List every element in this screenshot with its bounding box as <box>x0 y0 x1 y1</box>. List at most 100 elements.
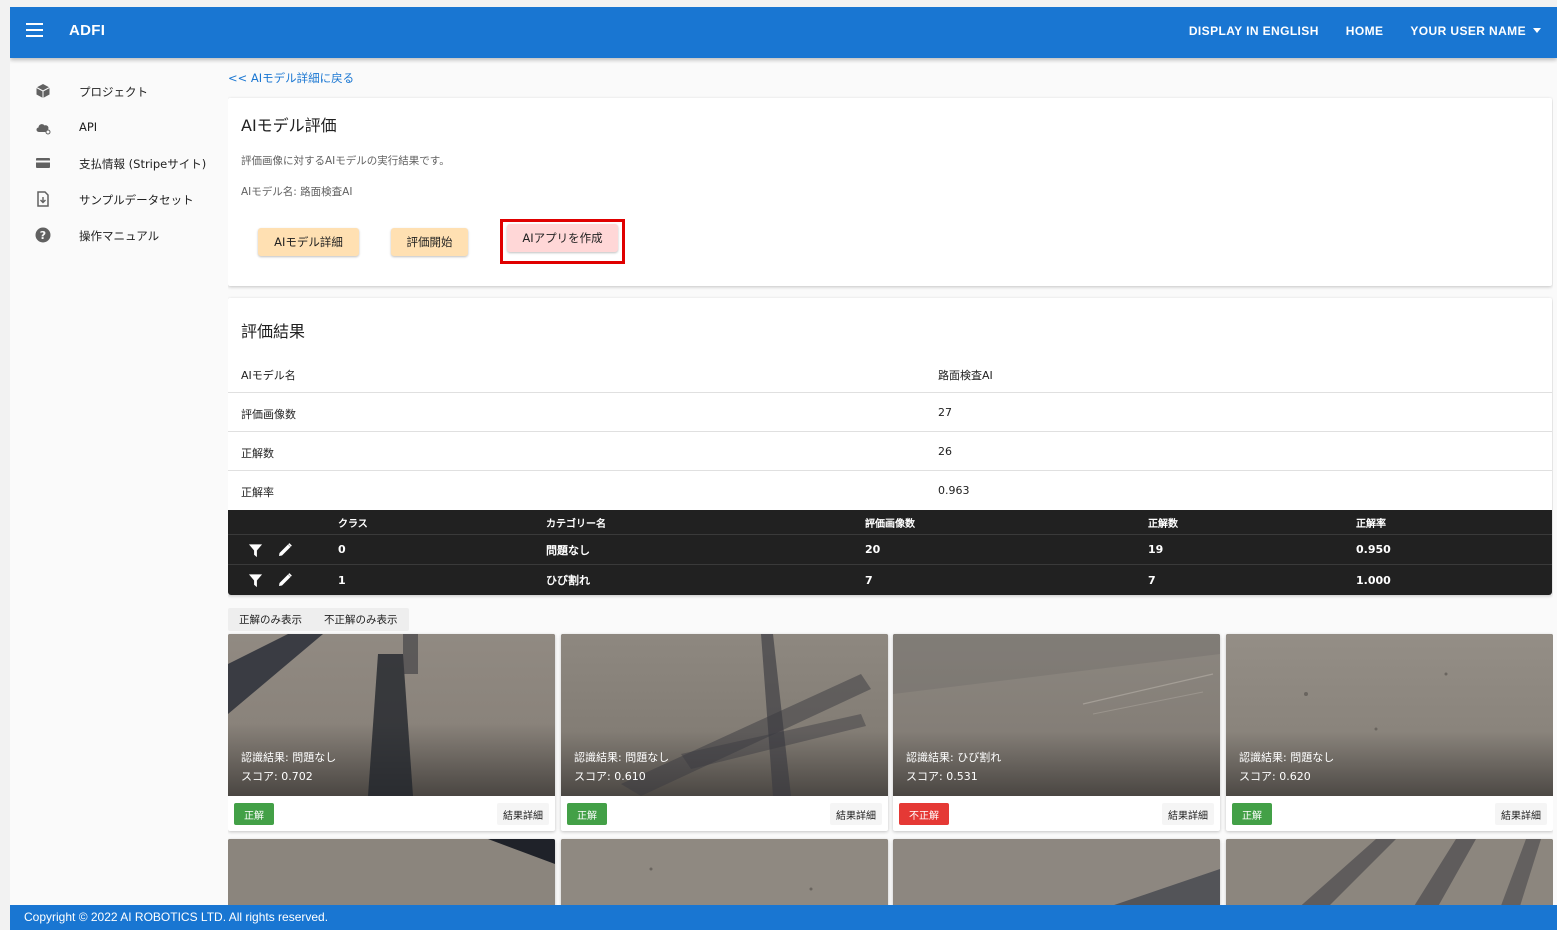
recognition-result: 認識結果: 問題なし <box>574 751 670 764</box>
cell-image-count: 20 <box>865 543 881 556</box>
recognition-info: 認識結果: 問題なし スコア: 0.702 <box>241 748 336 786</box>
result-filter-toggle: 正解のみ表示 不正解のみ表示 <box>228 608 409 631</box>
sidebar-item-project[interactable]: プロジェクト <box>10 76 220 106</box>
result-row-image-count: 評価画像数 27 <box>228 393 1552 432</box>
cell-category: 問題なし <box>546 543 590 557</box>
recognition-score: スコア: 0.702 <box>241 770 313 783</box>
sidebar-item-payment[interactable]: 支払情報 (Stripeサイト) <box>10 148 220 178</box>
recognition-info: 認識結果: ひび割れ スコア: 0.531 <box>906 748 1001 786</box>
cell-class: 1 <box>338 573 346 587</box>
show-incorrect-only-button[interactable]: 不正解のみ表示 <box>313 612 409 627</box>
result-detail-button[interactable]: 結果詳細 <box>497 803 549 825</box>
model-name-line: AIモデル名: 路面検査AI <box>241 186 353 198</box>
result-value: 27 <box>938 406 952 419</box>
pencil-icon[interactable] <box>277 572 293 588</box>
road-surface-image[interactable] <box>893 839 1220 905</box>
credit-card-icon <box>36 158 50 168</box>
recognition-result: 認識結果: ひび割れ <box>906 751 1002 764</box>
cell-category: ひび割れ <box>546 574 590 587</box>
road-surface-image[interactable] <box>1226 839 1553 905</box>
sidebar-item-label: 操作マニュアル <box>79 229 160 243</box>
copyright-text: Copyright © 2022 AI ROBOTICS LTD. All ri… <box>24 910 329 924</box>
recognition-info: 認識結果: 問題なし スコア: 0.620 <box>1239 748 1334 786</box>
page-title: AIモデル評価 <box>241 116 337 135</box>
cube-icon <box>36 84 50 98</box>
sidebar-item-label: 支払情報 (Stripeサイト) <box>79 157 207 171</box>
sidebar: プロジェクト API 支払情報 (Stripeサイト) サンプルデータセット ?… <box>10 58 220 905</box>
model-detail-button[interactable]: AIモデル詳細 <box>258 228 359 256</box>
result-tile <box>561 839 888 905</box>
result-detail-button[interactable]: 結果詳細 <box>830 803 882 825</box>
header-category: カテゴリー名 <box>546 518 606 530</box>
main-content: << AIモデル詳細に戻る AIモデル評価 評価画像に対するAIモデルの実行結果… <box>228 58 1553 905</box>
correct-badge: 正解 <box>567 803 607 825</box>
recognition-result: 認識結果: 問題なし <box>241 751 337 764</box>
cell-class: 0 <box>338 543 346 556</box>
cell-image-count: 7 <box>865 573 873 587</box>
result-row-correct-count: 正解数 26 <box>228 432 1552 471</box>
result-tile: 認識結果: ひび割れ スコア: 0.531 不正解 結果詳細 <box>893 634 1220 831</box>
app-window: ADFI DISPLAY IN ENGLISH HOME YOUR USER N… <box>10 7 1557 930</box>
pencil-icon[interactable] <box>277 542 293 558</box>
svg-text:?: ? <box>40 229 46 242</box>
footer: Copyright © 2022 AI ROBOTICS LTD. All ri… <box>10 905 1557 930</box>
result-label: 評価画像数 <box>241 408 296 421</box>
result-tile: 認識結果: 問題なし スコア: 0.702 正解 結果詳細 <box>228 634 555 831</box>
caret-down-icon <box>1533 28 1541 33</box>
cell-accuracy: 0.950 <box>1356 543 1391 556</box>
sidebar-item-sample-dataset[interactable]: サンプルデータセット <box>10 184 220 214</box>
header-correct-count: 正解数 <box>1148 518 1178 530</box>
recognition-score: スコア: 0.610 <box>574 770 646 783</box>
back-to-model-detail-link[interactable]: << AIモデル詳細に戻る <box>228 70 354 86</box>
sidebar-item-api[interactable]: API <box>10 112 220 142</box>
correct-badge: 正解 <box>234 803 274 825</box>
show-correct-only-button[interactable]: 正解のみ表示 <box>228 612 313 627</box>
result-tile: 認識結果: 問題なし スコア: 0.620 正解 結果詳細 <box>1226 634 1553 831</box>
top-app-bar: ADFI DISPLAY IN ENGLISH HOME YOUR USER N… <box>10 7 1557 58</box>
sidebar-item-manual[interactable]: ? 操作マニュアル <box>10 220 220 250</box>
create-ai-app-button[interactable]: AIアプリを作成 <box>507 224 618 252</box>
incorrect-badge: 不正解 <box>899 803 949 825</box>
recognition-result: 認識結果: 問題なし <box>1239 751 1335 764</box>
page-description: 評価画像に対するAIモデルの実行結果です。 <box>241 155 450 167</box>
recognition-score: スコア: 0.620 <box>1239 770 1311 783</box>
user-menu[interactable]: YOUR USER NAME <box>1410 24 1541 38</box>
cell-correct-count: 19 <box>1148 543 1164 556</box>
sidebar-item-label: サンプルデータセット <box>79 193 194 207</box>
result-label: AIモデル名 <box>241 369 296 382</box>
result-detail-button[interactable]: 結果詳細 <box>1495 803 1547 825</box>
table-row: 0 問題なし 20 19 0.950 <box>228 535 1552 565</box>
result-tile: 認識結果: 問題なし スコア: 0.610 正解 結果詳細 <box>561 634 888 831</box>
filter-icon[interactable] <box>248 543 263 558</box>
result-value: 0.963 <box>938 484 970 497</box>
app-brand[interactable]: ADFI <box>69 22 105 39</box>
result-detail-button[interactable]: 結果詳細 <box>1162 803 1214 825</box>
screen-frame: ADFI DISPLAY IN ENGLISH HOME YOUR USER N… <box>0 0 1557 930</box>
filter-icon[interactable] <box>248 573 263 588</box>
help-icon: ? <box>35 227 51 243</box>
result-value: 26 <box>938 445 952 458</box>
correct-badge: 正解 <box>1232 803 1272 825</box>
road-surface-image[interactable] <box>561 839 888 905</box>
recognition-info: 認識結果: 問題なし スコア: 0.610 <box>574 748 669 786</box>
result-tile <box>1226 839 1553 905</box>
table-header: クラス カテゴリー名 評価画像数 正解数 正解率 <box>228 510 1552 535</box>
result-row-accuracy: 正解率 0.963 <box>228 471 1552 510</box>
recognition-score: スコア: 0.531 <box>906 770 978 783</box>
result-label: 正解数 <box>241 447 274 460</box>
user-name: YOUR USER NAME <box>1410 24 1526 38</box>
display-english-link[interactable]: DISPLAY IN ENGLISH <box>1189 24 1319 38</box>
home-link[interactable]: HOME <box>1346 24 1384 38</box>
result-row-model-name: AIモデル名 路面検査AI <box>228 354 1552 393</box>
result-label: 正解率 <box>241 486 274 499</box>
hamburger-menu-icon[interactable] <box>26 23 43 37</box>
start-eval-button[interactable]: 評価開始 <box>391 228 468 256</box>
header-class: クラス <box>338 518 368 530</box>
file-download-icon <box>37 191 49 207</box>
result-tile <box>893 839 1220 905</box>
road-surface-image[interactable] <box>228 839 555 905</box>
sidebar-item-label: API <box>79 120 98 134</box>
cell-accuracy: 1.000 <box>1356 573 1391 587</box>
result-value: 路面検査AI <box>938 369 993 382</box>
cloud-icon <box>36 124 51 135</box>
